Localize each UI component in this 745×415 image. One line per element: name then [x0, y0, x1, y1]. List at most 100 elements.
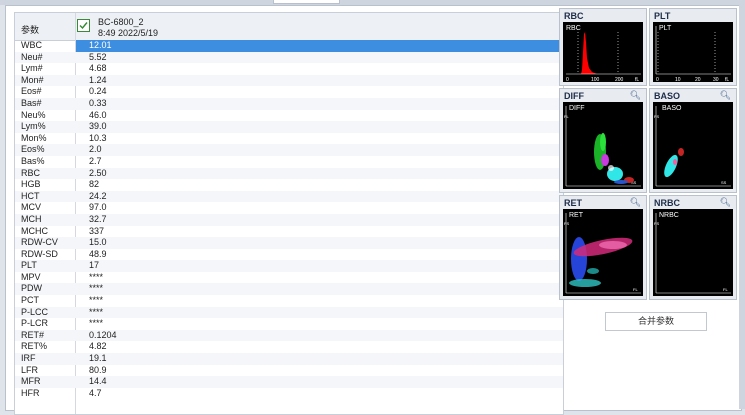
window-scrollbar[interactable] [739, 5, 745, 409]
param-value: 4.82 [89, 341, 107, 352]
ret-panel[interactable]: RET 🔍︎ RET FS FL [559, 195, 647, 300]
param-name: RDW-CV [21, 237, 58, 248]
param-name: Eos% [21, 144, 45, 155]
sample-checkbox[interactable] [77, 19, 90, 32]
table-row[interactable]: RDW-CV 15.0 [15, 237, 563, 249]
table-row[interactable]: P-LCC **** [15, 306, 563, 319]
table-row[interactable]: RET% 4.82 [15, 341, 563, 353]
rbc-curve [581, 32, 597, 74]
table-row[interactable]: PDW **** [15, 283, 563, 296]
ret-y-axis: FS [564, 221, 569, 226]
table-row[interactable]: PCT **** [15, 295, 563, 307]
table-row[interactable]: Lym% 39.0 [15, 121, 563, 133]
plt-tick-10: 10 [675, 77, 681, 82]
param-name: IRF [21, 353, 36, 364]
baso-panel[interactable]: BASO 🔍︎ BASO FS SS [649, 88, 737, 193]
plt-tick-30: 30 [713, 77, 719, 82]
merge-params-button[interactable]: 合并参数 [605, 312, 707, 331]
sample-time: 8:49 2022/5/19 [98, 28, 159, 38]
baso-scattergram: BASO FS SS [653, 102, 733, 189]
table-row[interactable]: MPV **** [15, 272, 563, 284]
table-row[interactable]: HCT 24.2 [15, 190, 563, 203]
param-name: RBC [21, 167, 41, 178]
param-name: WBC [21, 40, 42, 50]
selection-highlight [76, 40, 562, 52]
zoom-icon[interactable]: 🔍︎ [630, 197, 641, 208]
table-row[interactable]: HGB 82 [15, 179, 563, 191]
param-name: P-LCC [21, 306, 49, 317]
rbc-plot-label: RBC [566, 25, 581, 32]
diff-panel[interactable]: DIFF 🔍︎ DIFF FL SS [559, 88, 647, 193]
table-row[interactable]: RDW-SD 48.9 [15, 249, 563, 261]
param-value: 1.24 [89, 74, 107, 85]
param-value: 17 [89, 260, 100, 271]
table-row[interactable]: RET# 0.1204 [15, 329, 563, 342]
table-row[interactable]: MCHC 337 [15, 226, 563, 238]
table-row[interactable]: MCV 97.0 [15, 202, 563, 214]
rbc-tick-0: 0 [566, 77, 569, 82]
table-row[interactable]: Eos% 2.0 [15, 144, 563, 156]
nrbc-panel[interactable]: NRBC 🔍︎ NRBC FS FL [649, 195, 737, 300]
param-name: HGB [21, 179, 41, 190]
table-row[interactable]: IRF 19.1 [15, 353, 563, 365]
table-row[interactable]: Eos# 0.24 [15, 86, 563, 98]
param-name: MCV [21, 202, 41, 213]
check-icon [79, 22, 88, 30]
param-value: 337 [89, 225, 105, 236]
main-window: 参数 BC-6800_2 8:49 2022/5/19 WBC 12.01 Neu#… [5, 5, 742, 415]
table-row[interactable]: WBC 12.01 [15, 40, 563, 52]
param-value: 0.33 [89, 97, 107, 108]
table-row[interactable]: MFR 14.4 [15, 376, 563, 388]
diff-plot-label: DIFF [569, 105, 585, 112]
param-value: 2.50 [89, 167, 107, 178]
param-value: 4.68 [89, 63, 107, 74]
sample-id: BC-6800_2 [98, 17, 144, 27]
table-row[interactable]: PLT 17 [15, 260, 563, 272]
param-name: LFR [21, 364, 39, 375]
table-row[interactable]: Bas% 2.7 [15, 156, 563, 168]
param-name: Bas# [21, 97, 42, 108]
table-row[interactable]: LFR 80.9 [15, 365, 563, 377]
param-value: 24.2 [89, 190, 107, 201]
diff-scattergram: DIFF FL SS [563, 102, 643, 189]
table-row[interactable]: Bas# 0.33 [15, 97, 563, 110]
param-value: **** [89, 283, 104, 294]
top-tab[interactable] [273, 0, 340, 4]
param-name: Neu# [21, 51, 43, 62]
table-body: WBC 12.01 Neu# 5.52 Lym# 4.68 Mon# 1.24 Eos# 0.24… [15, 40, 563, 399]
param-name: MFR [21, 376, 41, 387]
table-row[interactable]: Lym# 4.68 [15, 63, 563, 75]
param-value: 80.9 [89, 364, 107, 375]
param-value: 19.1 [89, 353, 107, 364]
plt-panel[interactable]: PLT PLT 0 10 20 30 fL [649, 8, 737, 86]
param-name: HFR [21, 387, 40, 398]
param-value: 39.0 [89, 121, 107, 132]
param-value: **** [89, 271, 104, 282]
param-value: 2.0 [89, 144, 102, 155]
table-row[interactable]: P-LCR **** [15, 318, 563, 330]
rbc-panel[interactable]: RBC RBC 0 100 200 fL [559, 8, 647, 86]
diff-y-axis: FL [564, 114, 569, 119]
table-row[interactable]: Mon# 1.24 [15, 74, 563, 87]
plt-title: PLT [654, 11, 671, 21]
param-name: MCH [21, 213, 42, 224]
plt-histogram: PLT 0 10 20 30 fL [653, 22, 733, 82]
nrbc-x-axis: FL [723, 287, 728, 292]
table-row[interactable]: MCH 32.7 [15, 213, 563, 226]
nrbc-y-axis: FS [654, 221, 659, 226]
ret-scattergram: RET FS FL [563, 209, 643, 296]
table-row[interactable]: Neu% 46.0 [15, 110, 563, 122]
param-column-header: 参数 [21, 25, 40, 35]
table-row[interactable]: HFR 4.7 [15, 388, 563, 400]
zoom-icon[interactable]: 🔍︎ [720, 90, 731, 101]
table-row[interactable]: Mon% 10.3 [15, 133, 563, 145]
param-name: HCT [21, 190, 40, 201]
table-row[interactable]: Neu# 5.52 [15, 51, 563, 64]
table-row[interactable]: RBC 2.50 [15, 167, 563, 180]
zoom-icon[interactable]: 🔍︎ [630, 90, 641, 101]
param-value: 4.7 [89, 387, 102, 398]
param-name: Neu% [21, 109, 46, 120]
param-value: 2.7 [89, 155, 102, 166]
zoom-icon[interactable]: 🔍︎ [720, 197, 731, 208]
baso-plot-label: BASO [662, 105, 682, 112]
